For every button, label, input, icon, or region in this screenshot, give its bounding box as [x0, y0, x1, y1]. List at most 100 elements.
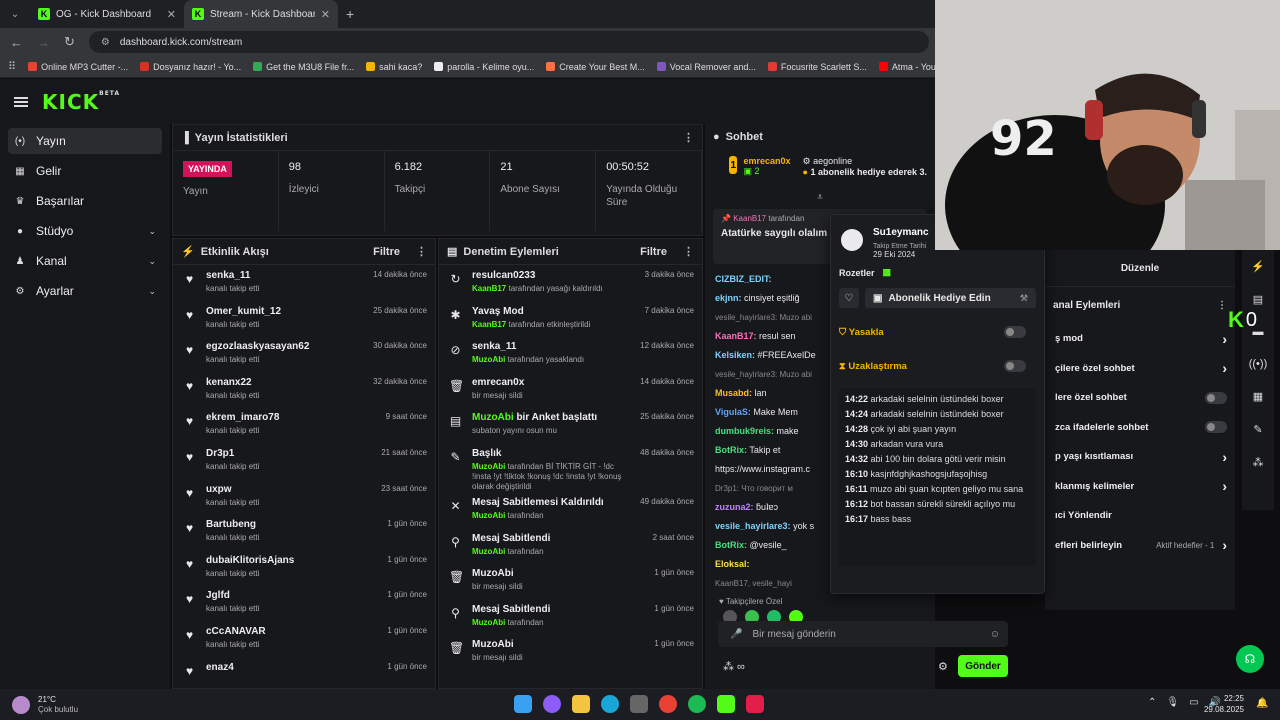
mic-icon[interactable]: 🎙 [1166, 697, 1179, 708]
moderation-row[interactable]: ▤ MuzoAbi bir Anket başlattı subaton yayın… [439, 407, 702, 443]
channel-action-item[interactable]: ıci Yönlendir [1045, 501, 1235, 531]
menu-icon[interactable] [14, 96, 28, 107]
send-button[interactable]: Gönder [958, 655, 1008, 677]
chevron-down-icon[interactable]: ⌄ [148, 256, 156, 267]
chat-username[interactable]: dumbuk9reis: [715, 426, 774, 436]
sidebar-item[interactable]: (•) Yayın [8, 128, 162, 154]
activity-username[interactable]: Omer_kumit_12 [206, 306, 363, 317]
wrench-icon[interactable]: ✎ [1253, 423, 1262, 436]
tray-chevron-icon[interactable]: ⌃ [1148, 697, 1156, 708]
weather-icon[interactable] [12, 695, 30, 714]
activity-row[interactable]: ♥ Omer_kumit_12 kanalı takip etti 25 dakika… [173, 301, 435, 337]
activity-username[interactable]: senka_11 [206, 270, 363, 281]
chat-username[interactable]: Musabd: [715, 388, 752, 398]
more-options-icon[interactable]: ⋮ [416, 245, 427, 258]
activity-row[interactable]: ♥ Jglfd kanalı takip etti 1 gün önce [173, 585, 435, 621]
chevron-right-icon[interactable]: › [1222, 360, 1227, 376]
chat-username[interactable]: BotRix: [715, 445, 747, 455]
bookmark-item[interactable]: Online MP3 Cutter -... [28, 62, 128, 72]
activity-row[interactable]: ♥ egzozlaaskyasayan62 kanalı takip etti 30 … [173, 336, 435, 372]
browser-tab[interactable]: K OG - Kick Dashboard ✕ [30, 0, 184, 28]
support-chat-icon[interactable]: ☊ [1236, 645, 1264, 673]
more-options-icon[interactable]: ⋮ [683, 245, 694, 258]
expand-icon[interactable]: ⩡ [705, 192, 935, 203]
file-explorer-icon[interactable] [572, 695, 590, 713]
filter-button[interactable]: Filtre [640, 246, 667, 258]
activity-username[interactable]: uxpw [206, 484, 371, 495]
moderation-row[interactable]: ↻ resulcan0233 KaanB17 tarafından yasağı k… [439, 265, 702, 301]
activity-username[interactable]: dubaiKlitorisAjans [206, 555, 377, 566]
channel-action-item[interactable]: p yaşı kısıtlaması › [1045, 442, 1235, 472]
document-icon[interactable]: ▤ [1253, 293, 1263, 306]
back-icon[interactable]: ← [10, 35, 23, 50]
activity-username[interactable]: kenanx22 [206, 377, 363, 388]
forward-icon[interactable]: → [37, 35, 50, 50]
chevron-down-icon[interactable]: ⌄ [148, 286, 156, 297]
moderator-name[interactable]: KaanB17 [472, 284, 506, 293]
sidebar-item[interactable]: ♟ Kanal ⌄ [8, 248, 162, 274]
chat-input[interactable]: 🎤 Bir mesaj gönderin ☺ [718, 621, 1008, 647]
moderator-name[interactable]: KaanB17 [472, 320, 506, 329]
lightning-icon[interactable]: ⚡ [1251, 260, 1265, 273]
follow-heart-button[interactable]: ♡ [839, 288, 859, 308]
store-icon[interactable] [630, 695, 648, 713]
notifications-icon[interactable]: 🔔 [1256, 698, 1268, 709]
chat-username[interactable]: Eloksal: [715, 559, 750, 569]
bookmark-item[interactable]: Create Your Best M... [546, 62, 645, 72]
chevron-right-icon[interactable]: › [1222, 449, 1227, 465]
activity-row[interactable]: ♥ Dr3p1 kanalı takip etti 21 saat önce [173, 443, 435, 479]
activity-row[interactable]: ♥ dubaiKlitorisAjans kanalı takip etti 1 gü… [173, 550, 435, 586]
spotify-icon[interactable] [688, 695, 706, 713]
gift-sub-button[interactable]: ▣ Abonelik Hediye Edin ⚒ [865, 288, 1036, 308]
sidebar-item[interactable]: ● Stüdyo ⌄ [8, 218, 162, 244]
edit-button[interactable]: Düzenle [1045, 250, 1235, 286]
activity-username[interactable]: egzozlaaskyasayan62 [206, 341, 363, 352]
bookmark-item[interactable]: Focusrite Scarlett S... [767, 62, 867, 72]
channel-action-item[interactable]: çilere özel sohbet › [1045, 354, 1235, 384]
activity-row[interactable]: ♥ kenanx22 kanalı takip etti 32 dakika önce [173, 372, 435, 408]
channel-action-item[interactable]: zca ifadelerle sohbet [1045, 413, 1235, 443]
chat-username[interactable]: CIZBIZ_EDIT: [715, 274, 772, 284]
moderator-name[interactable]: MuzoAbi [472, 618, 505, 627]
moderator-name[interactable]: MuzoAbi [472, 511, 505, 520]
moderation-row[interactable]: ✱ Yavaş Mod KaanB17 tarafından etkinleştir… [439, 301, 702, 337]
points-icon[interactable]: ⁂ ∞ [723, 660, 745, 673]
chat-username[interactable]: KaanB17: [715, 331, 757, 341]
site-info-icon[interactable]: ⚙ [101, 37, 110, 48]
close-tab-icon[interactable]: ✕ [321, 8, 330, 21]
reload-icon[interactable]: ↻ [64, 34, 75, 50]
new-tab-icon[interactable]: + [346, 6, 354, 22]
chevron-right-icon[interactable]: › [1222, 478, 1227, 494]
toggle-switch[interactable] [1205, 421, 1227, 434]
moderation-row[interactable]: 🗑 MuzoAbi bir mesajı sildi 1 gün önce [439, 634, 702, 670]
start-icon[interactable] [514, 695, 532, 713]
activity-row[interactable]: ♥ ekrem_imaro78 kanalı takip etti 9 saat ön… [173, 407, 435, 443]
clock[interactable]: 22:25 29.08.2025 [1200, 693, 1244, 715]
bookmark-item[interactable]: Vocal Remover and... [656, 62, 756, 72]
kick-logo[interactable]: KICKBETA [42, 90, 120, 114]
more-options-icon[interactable]: ⋮ [1217, 300, 1227, 311]
moderator-name[interactable]: MuzoAbi [472, 547, 505, 556]
chevron-right-icon[interactable]: › [1222, 537, 1227, 553]
bookmark-item[interactable]: Get the M3U8 File fr... [253, 62, 354, 72]
sidebar-item[interactable]: ▦ Gelir [8, 158, 162, 184]
chat-username[interactable]: VigulaS: [715, 407, 751, 417]
apps-grid-icon[interactable]: ⠿ [8, 60, 16, 73]
activity-row[interactable]: ♥ cCcANAVAR kanalı takip etti 1 gün önce [173, 621, 435, 657]
moderation-row[interactable]: 🗑 emrecan0x bir mesajı sildi 14 dakika önce [439, 372, 702, 408]
activity-username[interactable]: Jglfd [206, 590, 377, 601]
activity-username[interactable]: Bartubeng [206, 519, 377, 530]
bookmark-item[interactable]: Dosyanız hazır! - Yo... [140, 62, 241, 72]
bookmark-item[interactable]: sahi kaca? [366, 62, 422, 72]
points-icon[interactable]: ⁂ [1253, 456, 1264, 469]
kick-app-icon[interactable] [717, 695, 735, 713]
activity-row[interactable]: ♥ Bartubeng kanalı takip etti 1 gün önce [173, 514, 435, 550]
close-tab-icon[interactable]: ✕ [167, 8, 176, 21]
chat-username[interactable]: vesile_hayirlare3: [715, 521, 791, 531]
moderation-row[interactable]: 🗑 MuzoAbi bir mesajı sildi 1 gün önce [439, 563, 702, 599]
moderator-name[interactable]: MuzoAbi [472, 462, 505, 471]
moderator-name[interactable]: MuzoAbi [472, 355, 505, 364]
activity-username[interactable]: enaz4 [206, 662, 377, 673]
gifter-name[interactable]: aegonline [813, 156, 852, 166]
moderation-row[interactable]: ✎ Başlık MuzoAbi tarafından Bİ TİKTİR GİT … [439, 443, 702, 492]
